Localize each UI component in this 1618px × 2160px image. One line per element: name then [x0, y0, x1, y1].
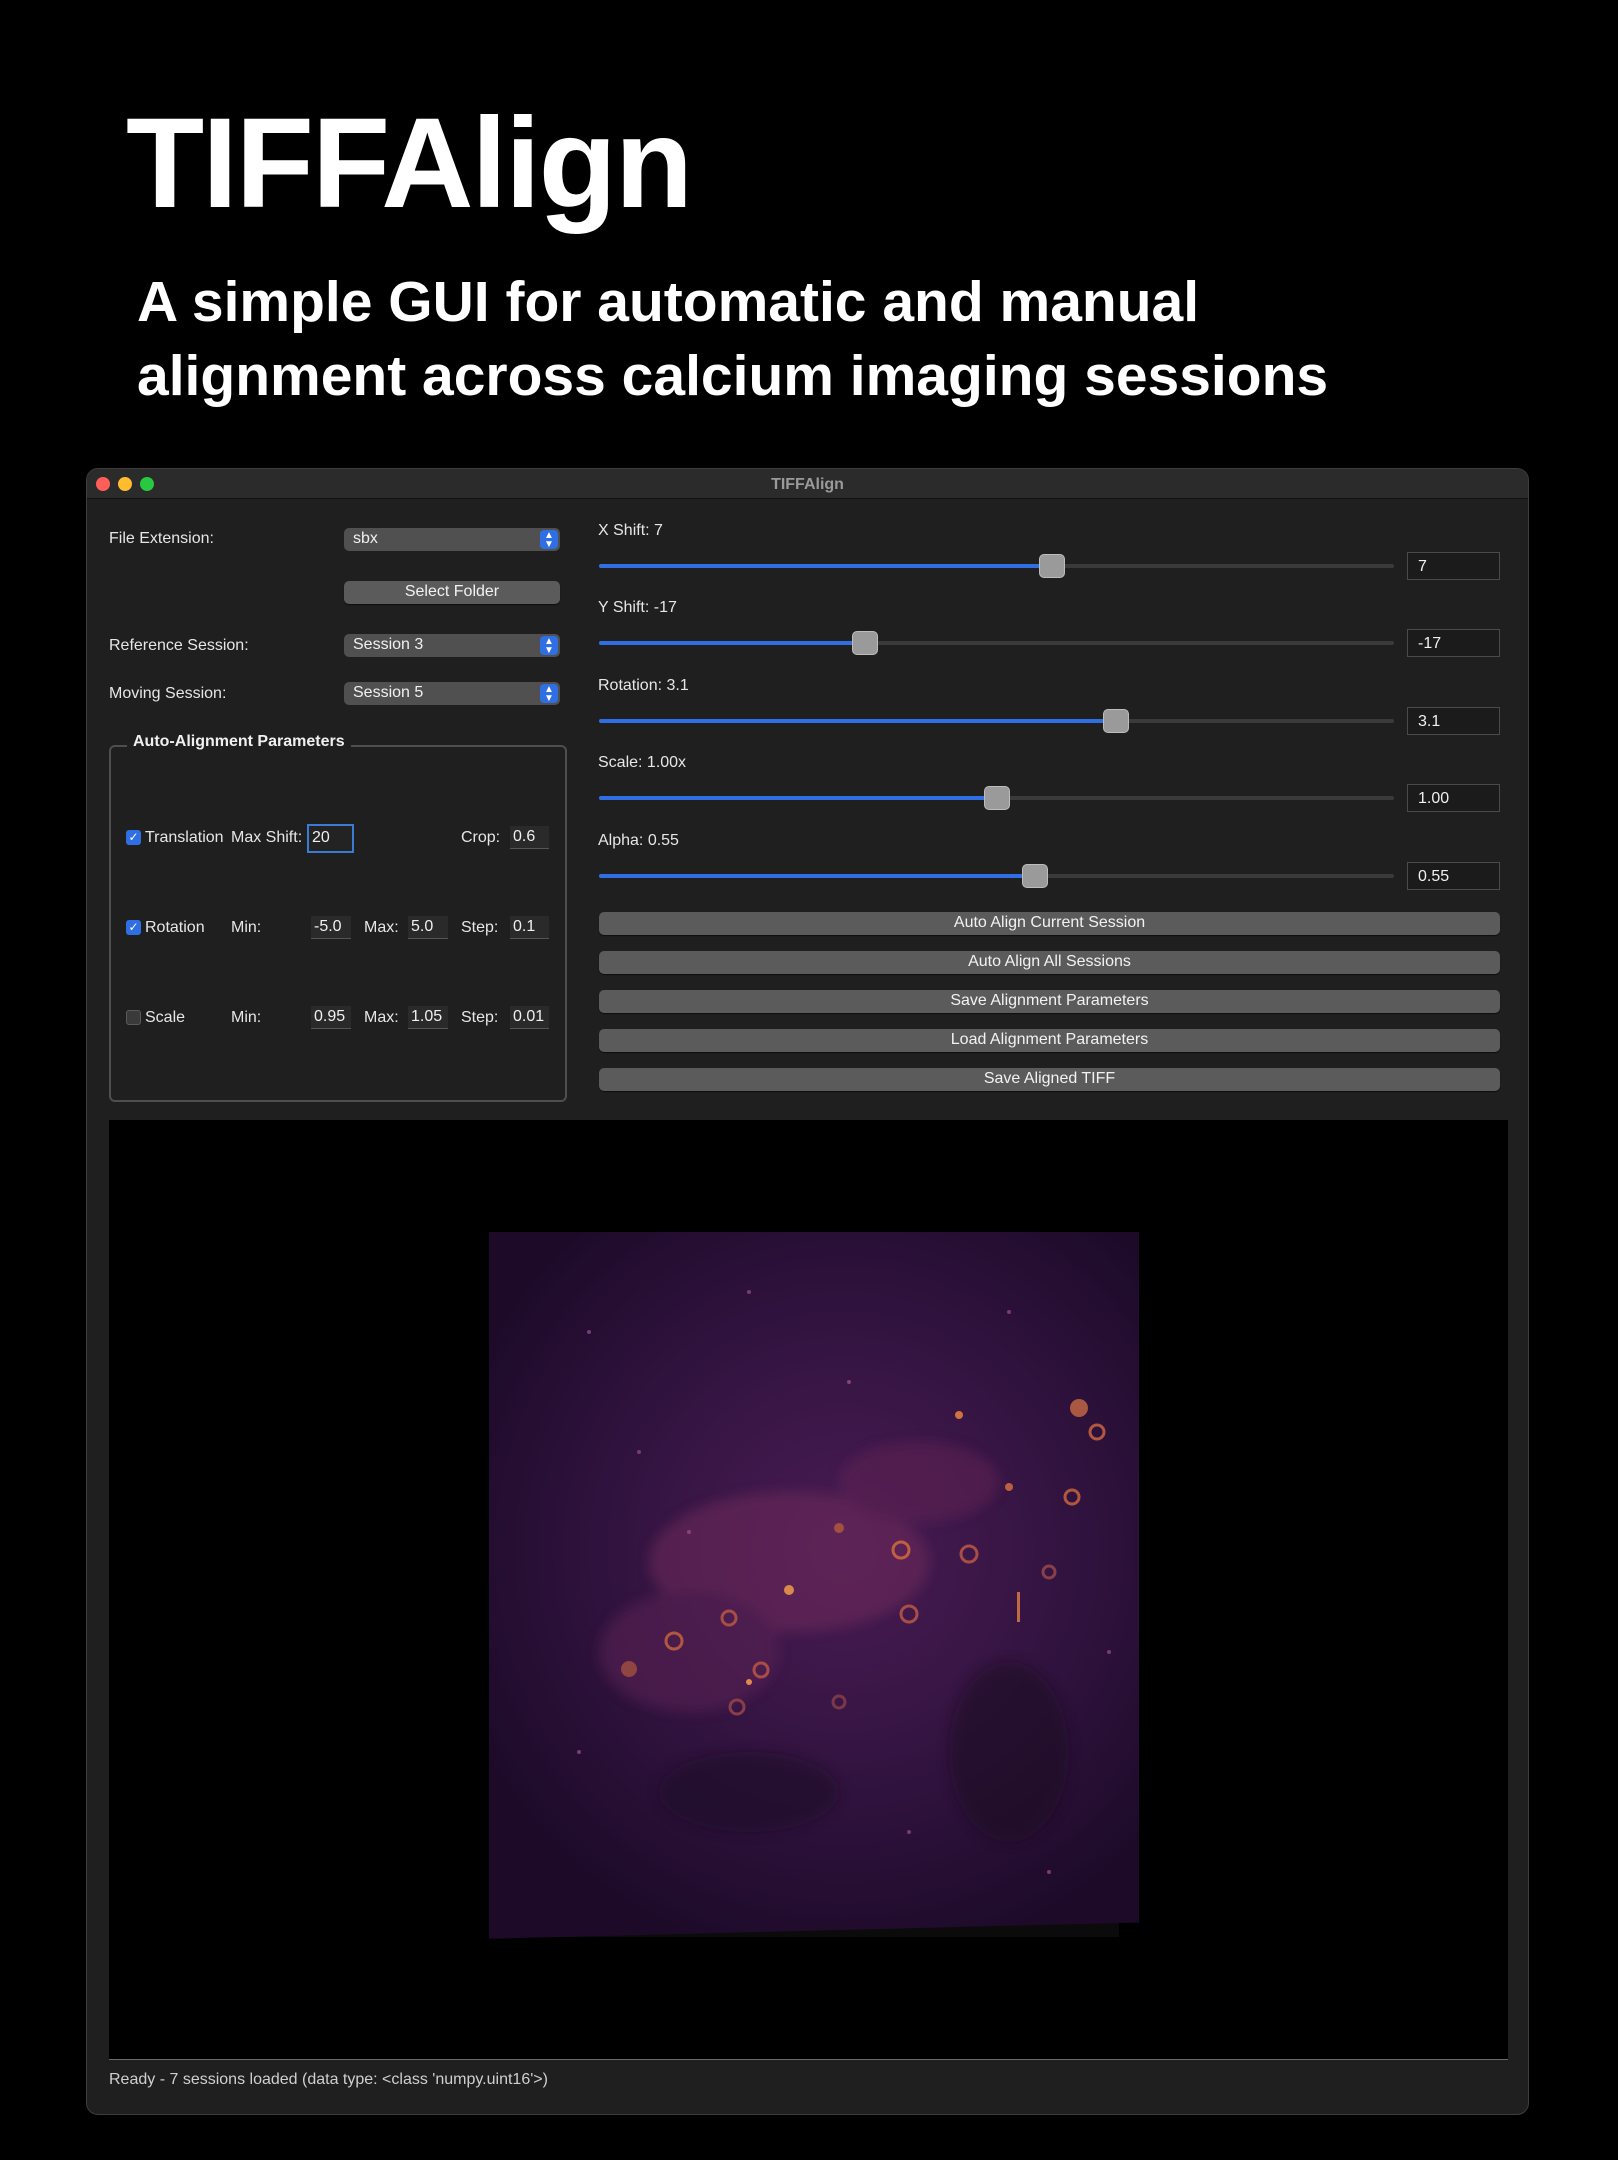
alpha-value-box[interactable]: 0.55: [1407, 862, 1500, 890]
scale-max-input[interactable]: 1.05: [408, 1006, 448, 1029]
slider-knob[interactable]: [983, 786, 1010, 810]
crop-input[interactable]: 0.6: [510, 826, 549, 849]
scale-max-label: Max:: [364, 1009, 399, 1026]
file-extension-label: File Extension:: [109, 530, 214, 547]
alpha-slider-label: Alpha: 0.55: [598, 832, 679, 849]
moving-session-select[interactable]: Session 5 ▲ ▼: [344, 682, 560, 705]
slider-knob[interactable]: [1021, 864, 1048, 888]
save-aligned-tiff-button[interactable]: Save Aligned TIFF: [599, 1068, 1500, 1091]
hero-title: TIFFAlign: [126, 92, 693, 235]
slider-fill: [599, 796, 997, 800]
select-folder-button[interactable]: Select Folder: [344, 581, 560, 604]
window-title: TIFFAlign: [771, 476, 844, 493]
app-window: TIFFAlign File Extension: sbx ▲ ▼ Select …: [86, 468, 1529, 2115]
hero-subtitle: A simple GUI for automatic and manual al…: [137, 270, 1329, 409]
scale-slider-label: Scale: 1.00x: [598, 754, 687, 771]
max-shift-label: Max Shift:: [231, 829, 303, 846]
rotation-step-input[interactable]: 0.1: [510, 916, 549, 939]
image-viewer[interactable]: [109, 1120, 1508, 2060]
scale-checkbox[interactable]: [126, 1010, 141, 1025]
scale-label: Scale: [145, 1009, 186, 1026]
rotation-value-box[interactable]: 3.1: [1407, 707, 1500, 735]
y-shift-value-box[interactable]: -17: [1407, 629, 1500, 657]
status-bar: Ready - 7 sessions loaded (data type: <c…: [109, 2071, 548, 2088]
scale-slider[interactable]: [599, 786, 1394, 810]
reference-session-label: Reference Session:: [109, 637, 249, 654]
rotation-min-label: Min:: [231, 919, 262, 936]
slider-fill: [599, 874, 1035, 878]
rotation-slider[interactable]: [599, 709, 1394, 733]
rotation-checkbox[interactable]: ✓: [126, 920, 141, 935]
rotation-max-input[interactable]: 5.0: [408, 916, 448, 939]
slider-knob[interactable]: [1039, 554, 1066, 578]
title-bar: TIFFAlign: [87, 469, 1528, 499]
translation-checkbox[interactable]: ✓: [126, 830, 141, 845]
reference-session-select[interactable]: Session 3 ▲ ▼: [344, 634, 560, 657]
file-extension-select[interactable]: sbx ▲ ▼: [344, 528, 560, 551]
x-shift-slider[interactable]: [599, 554, 1394, 578]
rotation-min-input[interactable]: -5.0: [311, 916, 351, 939]
scale-value-box[interactable]: 1.00: [1407, 784, 1500, 812]
alpha-slider[interactable]: [599, 864, 1394, 888]
slider-fill: [599, 641, 866, 645]
reference-session-value: Session 3: [353, 636, 424, 653]
scale-min-label: Min:: [231, 1009, 262, 1026]
auto-align-all-button[interactable]: Auto Align All Sessions: [599, 951, 1500, 974]
moving-session-label: Moving Session:: [109, 685, 227, 702]
slider-fill: [599, 564, 1053, 568]
scale-step-label: Step:: [461, 1009, 499, 1026]
max-shift-input[interactable]: 20: [307, 824, 354, 853]
x-shift-value-box[interactable]: 7: [1407, 552, 1500, 580]
auto-alignment-group-title: Auto-Alignment Parameters: [127, 733, 351, 751]
slider-fill: [599, 719, 1116, 723]
moving-session-value: Session 5: [353, 684, 424, 701]
scale-min-input[interactable]: 0.95: [311, 1006, 351, 1029]
rotation-label: Rotation: [145, 919, 205, 936]
auto-align-current-button[interactable]: Auto Align Current Session: [599, 912, 1500, 935]
crop-label: Crop:: [461, 829, 501, 846]
select-arrows-icon: ▲ ▼: [540, 530, 558, 550]
x-shift-label: X Shift: 7: [598, 522, 663, 539]
file-extension-value: sbx: [353, 530, 378, 547]
load-alignment-params-button[interactable]: Load Alignment Parameters: [599, 1029, 1500, 1052]
slider-knob[interactable]: [852, 631, 879, 655]
rotation-slider-label: Rotation: 3.1: [598, 677, 689, 694]
translation-label: Translation: [145, 829, 224, 846]
select-arrows-icon: ▲ ▼: [540, 636, 558, 656]
select-arrows-icon: ▲ ▼: [540, 684, 558, 704]
calcium-image-svg: [459, 1232, 1159, 1939]
slider-knob[interactable]: [1102, 709, 1129, 733]
rotation-max-label: Max:: [364, 919, 399, 936]
overlay-image: [459, 1232, 1159, 1952]
rotation-step-label: Step:: [461, 919, 499, 936]
y-shift-slider[interactable]: [599, 631, 1394, 655]
save-alignment-params-button[interactable]: Save Alignment Parameters: [599, 990, 1500, 1013]
y-shift-label: Y Shift: -17: [598, 599, 677, 616]
scale-step-input[interactable]: 0.01: [510, 1006, 549, 1029]
